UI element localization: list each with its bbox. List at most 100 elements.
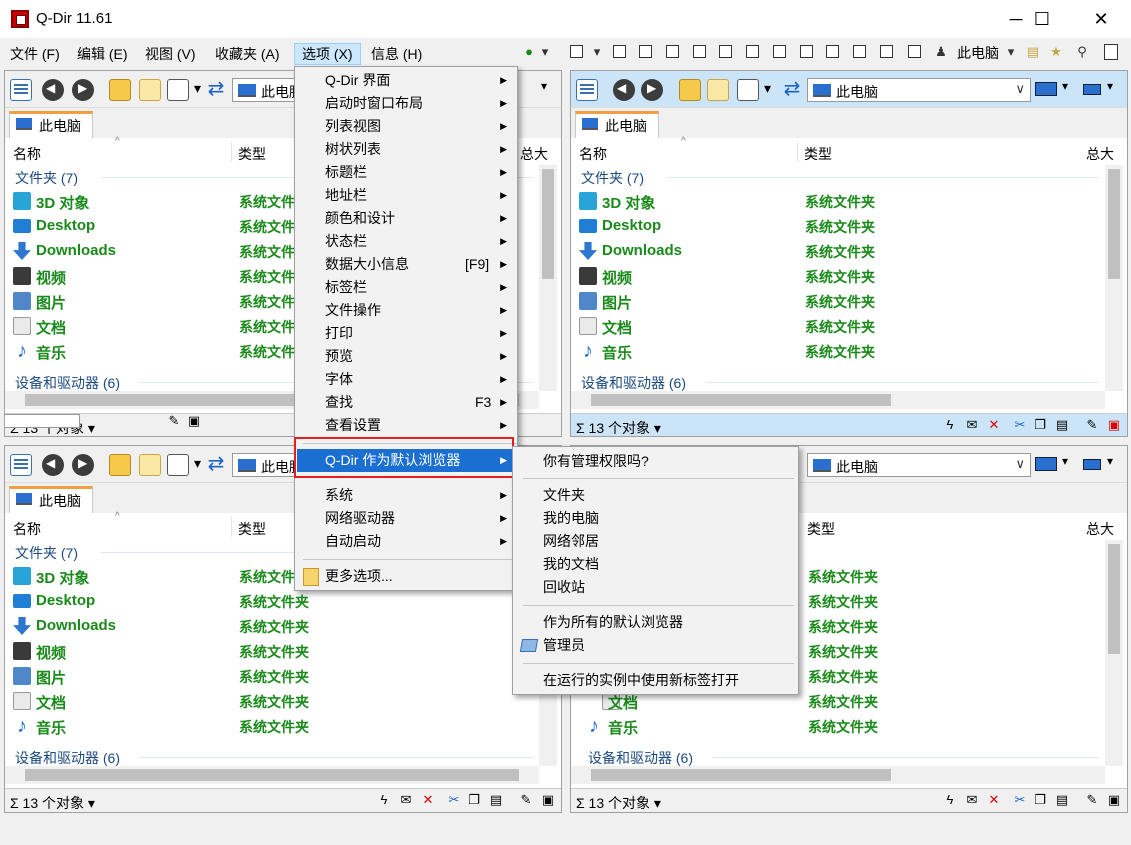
- back-icon[interactable]: [613, 79, 635, 101]
- col-name[interactable]: 名称: [579, 144, 607, 164]
- menu-item-address-bar[interactable]: 地址栏 ▶: [297, 184, 515, 207]
- column-divider[interactable]: [231, 517, 232, 537]
- column-divider[interactable]: [797, 142, 798, 162]
- list-view-icon[interactable]: [576, 79, 598, 101]
- menu-item-my-documents[interactable]: 我的文档: [515, 553, 796, 576]
- menu-item-status-bar[interactable]: 状态栏 ▶: [297, 230, 515, 253]
- menu-item-autostart[interactable]: 自动启动 ▶: [297, 530, 515, 553]
- forward-icon[interactable]: [641, 79, 663, 101]
- window-icon[interactable]: ▣: [187, 414, 201, 428]
- menu-file[interactable]: 文件 (F): [3, 43, 67, 65]
- window-icon[interactable]: ▣: [1107, 418, 1121, 432]
- paste-icon[interactable]: ▤: [1055, 418, 1069, 432]
- network-icon[interactable]: ♟: [933, 44, 949, 60]
- menu-view[interactable]: 视图 (V): [138, 43, 203, 65]
- col-size[interactable]: 总大: [1086, 519, 1114, 539]
- chevron-down-icon[interactable]: ▾: [541, 79, 547, 93]
- cut-icon[interactable]: ✂: [447, 793, 461, 807]
- copy-icon[interactable]: ❐: [1033, 793, 1047, 807]
- chevron-down-icon[interactable]: ▾: [1062, 454, 1068, 468]
- pane-top-right[interactable]: ⇄ 此电脑 ∨ ▾ ▾ 此电脑 名称 ^ 类型 总大 文件夹 (7) 3D 对象…: [570, 70, 1128, 437]
- menu-item-file-ops[interactable]: 文件操作 ▶: [297, 299, 515, 322]
- address-bar[interactable]: 此电脑 ∨: [807, 453, 1031, 477]
- group-devices[interactable]: 设备和驱动器 (6): [15, 373, 120, 393]
- chevron-down-icon[interactable]: ▾: [589, 44, 605, 60]
- horizontal-scrollbar[interactable]: [5, 766, 539, 784]
- layout-i-icon[interactable]: [826, 45, 839, 58]
- sync-icon[interactable]: ⇄: [781, 79, 803, 101]
- mail-icon[interactable]: ✉: [965, 793, 979, 807]
- monitor-icon[interactable]: [1035, 82, 1057, 96]
- layout-e-icon[interactable]: [719, 45, 732, 58]
- star-icon[interactable]: ★: [1048, 44, 1064, 60]
- layout-k-icon[interactable]: [880, 45, 893, 58]
- pen-icon[interactable]: ✎: [1085, 418, 1099, 432]
- chevron-down-icon[interactable]: ∨: [1015, 456, 1025, 472]
- stack-icon[interactable]: ▤: [1025, 44, 1041, 60]
- cut-icon[interactable]: ✂: [1013, 418, 1027, 432]
- menu-item-recycle-bin[interactable]: 回收站: [515, 576, 796, 599]
- mail-icon[interactable]: ✉: [399, 793, 413, 807]
- forward-icon[interactable]: [72, 79, 94, 101]
- mail-icon[interactable]: ✉: [965, 418, 979, 432]
- sync-icon[interactable]: ⇄: [205, 79, 227, 101]
- scroll-thumb[interactable]: [1108, 169, 1120, 279]
- vertical-scrollbar[interactable]: [1105, 165, 1123, 391]
- tab-this-pc[interactable]: 此电脑: [9, 486, 93, 513]
- cut-icon[interactable]: ✂: [1013, 793, 1027, 807]
- window-icon[interactable]: ▣: [1107, 793, 1121, 807]
- menu-item-data-size[interactable]: 数据大小信息 [F9] ▶: [297, 253, 515, 276]
- horizontal-scrollbar[interactable]: [571, 391, 1105, 409]
- col-type[interactable]: 类型: [804, 144, 832, 164]
- view-mode-icon[interactable]: [167, 79, 201, 101]
- menu-item-all-default[interactable]: 作为所有的默认浏览器: [515, 611, 796, 634]
- chevron-down-icon[interactable]: ∨: [1015, 81, 1025, 97]
- layout-g-icon[interactable]: [773, 45, 786, 58]
- delete-icon[interactable]: ✕: [421, 793, 435, 807]
- chevron-down-icon[interactable]: ▾: [537, 44, 553, 60]
- computer-dropdown[interactable]: 此电脑: [957, 43, 999, 63]
- group-folders[interactable]: 文件夹 (7): [581, 168, 644, 188]
- object-count[interactable]: Σ 13 个对象 ▾: [10, 793, 95, 812]
- paste-icon[interactable]: ▤: [1055, 793, 1069, 807]
- zoom-icon[interactable]: ⚲: [1074, 44, 1090, 60]
- menu-item-administrator[interactable]: 管理员: [515, 634, 796, 657]
- vertical-scrollbar[interactable]: [539, 165, 557, 391]
- list-view-icon[interactable]: [10, 79, 32, 101]
- col-type[interactable]: 类型: [807, 519, 835, 539]
- group-devices[interactable]: 设备和驱动器 (6): [15, 748, 120, 768]
- pen-icon[interactable]: ✎: [519, 793, 533, 807]
- menu-item-list-view[interactable]: 列表视图 ▶: [297, 115, 515, 138]
- scroll-thumb[interactable]: [591, 394, 891, 406]
- menu-info[interactable]: 信息 (H): [364, 43, 429, 65]
- new-folder-icon[interactable]: [707, 79, 729, 101]
- menu-item-preview[interactable]: 预览 ▶: [297, 345, 515, 368]
- scroll-thumb[interactable]: [591, 769, 891, 781]
- folder-up-icon[interactable]: [109, 454, 131, 476]
- object-count[interactable]: Σ 13 个对象 ▾: [576, 418, 661, 436]
- layout-single-icon[interactable]: [908, 45, 921, 58]
- back-icon[interactable]: [42, 454, 64, 476]
- filter-input[interactable]: [5, 414, 80, 428]
- window-icon[interactable]: [1104, 44, 1118, 60]
- view-mode-icon[interactable]: [167, 454, 201, 476]
- group-devices[interactable]: 设备和驱动器 (6): [581, 373, 686, 393]
- menu-item-title-bar[interactable]: 标题栏 ▶: [297, 161, 515, 184]
- delete-icon[interactable]: ✕: [987, 418, 1001, 432]
- flash-icon[interactable]: ϟ: [943, 793, 957, 807]
- close-button[interactable]: ✕: [1078, 0, 1124, 38]
- back-icon[interactable]: [42, 79, 64, 101]
- folder-up-icon[interactable]: [679, 79, 701, 101]
- menu-item-admin-question[interactable]: 你有管理权限吗?: [515, 450, 796, 473]
- group-folders[interactable]: 文件夹 (7): [15, 168, 78, 188]
- layout-4-icon[interactable]: [570, 45, 583, 58]
- menu-item-startup-layout[interactable]: 启动时窗口布局 ▶: [297, 92, 515, 115]
- group-folders[interactable]: 文件夹 (7): [15, 543, 78, 563]
- chevron-down-icon[interactable]: ▾: [1107, 454, 1113, 468]
- vertical-scrollbar[interactable]: [1105, 540, 1123, 766]
- menu-item-network[interactable]: 网络邻居: [515, 530, 796, 553]
- forward-icon[interactable]: [72, 454, 94, 476]
- menu-item-tree-list[interactable]: 树状列表 ▶: [297, 138, 515, 161]
- col-type[interactable]: 类型: [238, 144, 266, 164]
- chevron-down-icon[interactable]: ▾: [1062, 79, 1068, 93]
